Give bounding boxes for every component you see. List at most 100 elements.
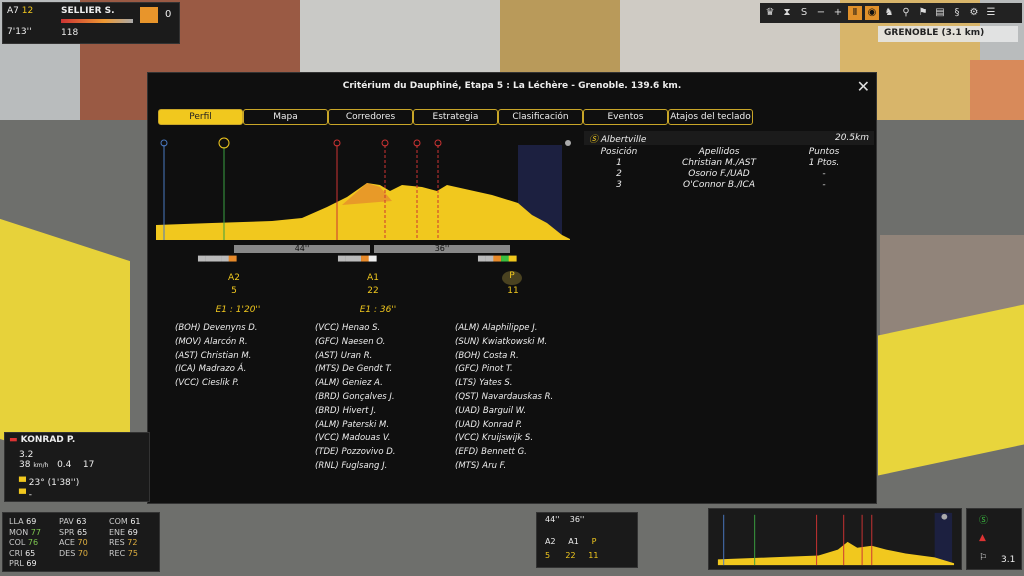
speed-unit: km/h [33,462,49,469]
group-a2-riders: (BOH) Devenyns D. (MOV) Alarcón R. (AST) C… [175,322,257,391]
stat-rec: REC 75 [109,548,138,558]
speed-icon[interactable]: S [797,6,811,20]
rider-entry[interactable]: (GFC) Pinot T. [455,363,553,377]
sprint-icon: Ⓢ [589,134,599,145]
gap-bar-1: 44'' [234,245,370,253]
rider-entry[interactable]: (TDE) Pozzovivo D. [315,446,395,460]
rider-entry[interactable]: (VCC) Cieslik P. [175,377,257,391]
flag-icon: ▬ [9,435,18,445]
time-gap: 7'13'' [7,27,32,37]
sprint-header: Posición [600,147,638,157]
rider-entry[interactable]: (AST) Uran R. [315,350,395,364]
rider-entry[interactable]: (BRD) Hivert J. [315,405,395,419]
mini-count-a2: 5 [545,551,551,560]
mini-label-p: P [591,537,597,546]
tab-perfil[interactable]: Perfil [158,109,243,125]
group-count-p: 11 [507,286,519,296]
stat-pav: PAV 63 [59,517,87,526]
stat-des: DES 70 [59,548,89,558]
rider-entry[interactable]: (LTS) Yates S. [455,377,553,391]
rider-entry[interactable]: (MTS) Aru F. [455,460,553,474]
stat-com: COM 61 [109,517,141,526]
leader-rider-hud[interactable]: ▬ KONRAD P. 3.2 38 km/h 0.4 17 ▀ 23° (1'… [4,432,150,502]
rider-icon[interactable]: ♞ [882,6,896,20]
rider-count: 17 [82,460,95,470]
rider-entry[interactable]: (MTS) De Gendt T. [315,363,395,377]
rider-entry[interactable]: (VCC) Henao S. [315,322,395,336]
settings-icon[interactable]: ⚙ [967,6,981,20]
selected-rider-hud[interactable]: A7 12 SELLIER S. 0 7'13'' 118 [2,2,180,44]
trophy-icon[interactable]: ♛ [763,6,777,20]
team-jersey-icon [140,7,158,23]
mini-count-a1: 22 [565,551,576,560]
eye-icon[interactable]: ◉ [865,6,879,20]
rider-entry[interactable]: (AST) Christian M. [175,350,257,364]
stat-mon: MON 77 [9,527,41,537]
stat-ace: ACE 70 [59,538,88,547]
rider-entry[interactable]: (SUN) Kwiatkowski M. [455,336,553,350]
rider-entry[interactable]: (EFD) Bennett G. [455,446,553,460]
rider-entry[interactable]: (UAD) Barguil W. [455,405,553,419]
sprint-name: Albertville [600,134,647,145]
rider-entry[interactable]: (ICA) Madrazo Á. [175,363,257,377]
peloton-icon: P [502,271,522,285]
stat-ene: ENE 69 [109,527,138,537]
stat-lla: LLA 69 [9,517,37,526]
rider-entry[interactable]: (QST) Navardauskas R. [455,391,553,405]
rider-position: 23° (1'38'') [28,478,80,488]
rider-entry[interactable]: (MOV) Alarcón R. [175,336,257,350]
climb-icon-mini[interactable]: ▲ [979,533,986,543]
stat-cri: CRI 65 [9,548,36,558]
rider-entry[interactable]: (GFC) Naesen O. [315,336,395,350]
stage-profile-chart[interactable] [152,135,572,245]
rider-entry[interactable]: (UAD) Konrad P. [455,419,553,433]
sprint-cell: 2 [616,169,622,179]
group-time-a1: E1 : 36'' [359,305,397,315]
mini-stage-profile[interactable] [708,508,962,570]
bike-icon[interactable]: ⚲ [899,6,913,20]
sponsor-icon[interactable]: § [950,6,964,20]
group-time-a2: E1 : 1'20'' [215,305,261,315]
rider-stats: LLA 69 PAV 63 COM 61 MON 77 SPR 65 ENE 69 COL … [2,512,160,572]
tab-corredores[interactable]: Corredores [328,109,413,125]
group-label-a2: A2 [228,273,240,283]
hourglass-icon[interactable]: ⧗ [780,6,794,20]
flag-icon[interactable]: ⚑ [916,6,930,20]
group-count: 12 [21,6,34,16]
finish-icon-mini[interactable]: ⚐ [979,553,987,563]
menu-icon[interactable]: ☰ [984,6,998,20]
stat-col: COL 76 [9,538,39,547]
sprint-cell: 3 [616,180,622,190]
rider-entry[interactable]: (BRD) Gonçalves J. [315,391,395,405]
rider-entry[interactable]: (ALM) Geniez A. [315,377,395,391]
rider-entry[interactable]: (BOH) Devenyns D. [175,322,257,336]
jersey-icon-2: ▀ [19,490,26,500]
sprint-header: Apellidos [698,147,740,157]
close-icon[interactable]: ✕ [857,77,870,96]
rider-entry[interactable]: (ALM) Paterski M. [315,419,395,433]
rider-entry[interactable]: (VCC) Kruijswijk S. [455,432,553,446]
stage-info-panel: Critérium du Dauphiné, Etapa 5 : La Léch… [147,72,877,504]
rider-entry[interactable]: (BOH) Costa R. [455,350,553,364]
tab-clasificacion[interactable]: Clasificación [498,109,583,125]
sprint-cell: Christian M./AST [681,158,756,168]
plus-icon[interactable]: + [831,6,845,20]
minus-icon[interactable]: − [814,6,828,20]
tab-estrategia[interactable]: Estrategia [413,109,498,125]
tab-atajos[interactable]: Atajos del teclado [668,109,753,125]
pause-icon[interactable]: Ⅱ [848,6,862,20]
distance-remaining: 3.1 [1001,555,1016,565]
rider-entry[interactable]: (VCC) Madouas V. [315,432,395,446]
rider-value-1: 3.2 [19,450,34,460]
group-count-a1: 22 [367,286,379,296]
group-label-a1: A1 [367,273,379,283]
chart-icon[interactable]: ▤ [933,6,947,20]
sprint-icon-mini[interactable]: Ⓢ [979,513,988,526]
game-toolbar: ♛ ⧗ S − + Ⅱ ◉ ♞ ⚲ ⚑ ▤ § ⚙ ☰ [760,3,1022,23]
jersey-icon: ▀ [19,478,26,488]
rider-entry[interactable]: (RNL) Fuglsang J. [315,460,395,474]
rider-entry[interactable]: (ALM) Alaphilippe J. [455,322,553,336]
tab-eventos[interactable]: Eventos [583,109,668,125]
tab-mapa[interactable]: Mapa [243,109,328,125]
mini-label-a2: A2 [545,537,556,546]
